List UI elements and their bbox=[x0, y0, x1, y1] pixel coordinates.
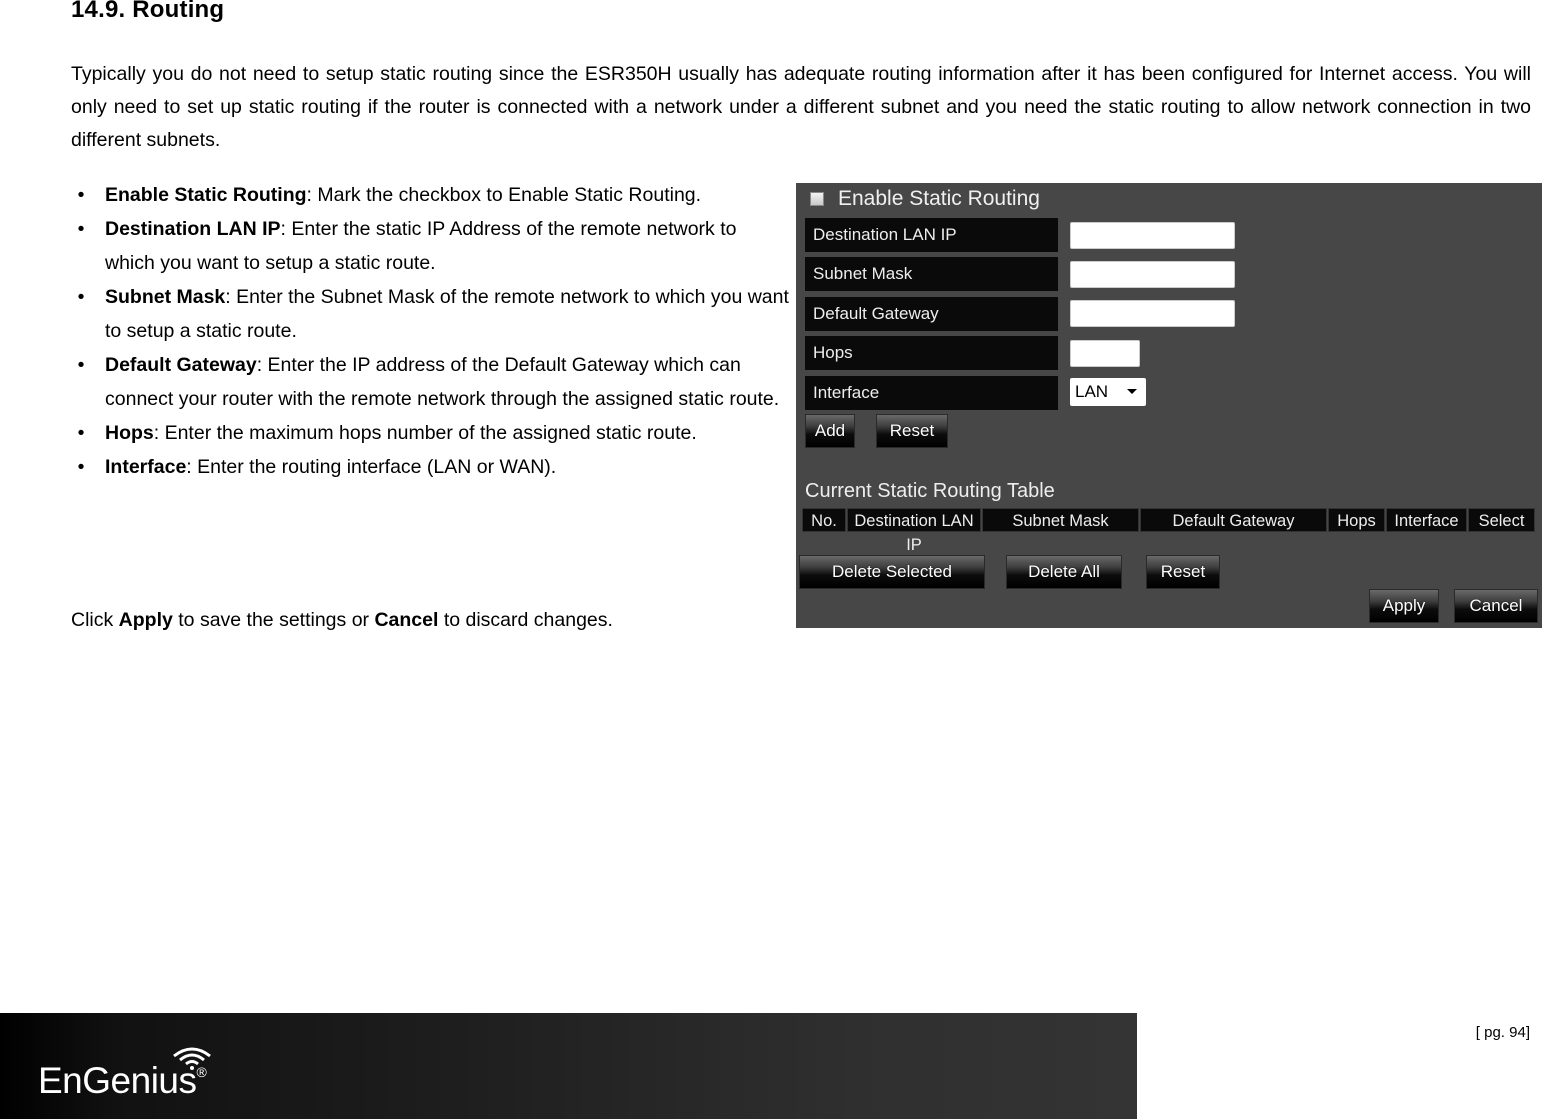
list-item: • Enable Static Routing: Mark the checkbo… bbox=[71, 178, 791, 212]
list-item: • Destination LAN IP: Enter the static IP… bbox=[71, 212, 791, 280]
list-item: • Interface: Enter the routing interface … bbox=[71, 450, 791, 484]
enable-static-routing-row[interactable]: Enable Static Routing bbox=[810, 187, 1040, 211]
brand-name: EnGenius bbox=[38, 1060, 197, 1101]
interface-selected-value: LAN bbox=[1075, 382, 1109, 401]
term: Interface bbox=[105, 456, 187, 478]
engenius-logo: EnGenius® bbox=[38, 1060, 207, 1102]
list-item: • Subnet Mask: Enter the Subnet Mask of t… bbox=[71, 280, 791, 348]
subnet-mask-label: Subnet Mask bbox=[805, 257, 1058, 291]
term: Subnet Mask bbox=[105, 286, 226, 308]
section-heading: 14.9. Routing bbox=[71, 0, 225, 23]
list-item: • Default Gateway: Enter the IP address o… bbox=[71, 348, 791, 416]
table-header-hops: Hops bbox=[1328, 508, 1385, 532]
cancel-button[interactable]: Cancel bbox=[1454, 589, 1538, 623]
bullet-icon: • bbox=[77, 456, 85, 478]
table-header-select: Select bbox=[1468, 508, 1535, 532]
reset-button[interactable]: Reset bbox=[876, 414, 948, 448]
enable-static-routing-checkbox[interactable] bbox=[810, 192, 824, 206]
delete-selected-button[interactable]: Delete Selected bbox=[799, 555, 985, 589]
field-description-list: • Enable Static Routing: Mark the checkbo… bbox=[71, 178, 791, 484]
description: : Mark the checkbox to Enable Static Rou… bbox=[306, 184, 702, 206]
table-header-no: No. bbox=[802, 508, 846, 532]
bullet-icon: • bbox=[77, 184, 85, 206]
table-header-interface: Interface bbox=[1386, 508, 1467, 532]
destination-lan-ip-label: Destination LAN IP bbox=[805, 218, 1058, 252]
description: : Enter the maximum hops number of the a… bbox=[153, 422, 697, 444]
text: Click bbox=[71, 609, 119, 631]
table-header-default-gateway: Default Gateway bbox=[1140, 508, 1327, 532]
table-header-subnet-mask: Subnet Mask bbox=[982, 508, 1139, 532]
delete-all-button[interactable]: Delete All bbox=[1006, 555, 1122, 589]
hops-input[interactable] bbox=[1070, 340, 1140, 367]
bullet-icon: • bbox=[77, 422, 85, 444]
description: : Enter the routing interface (LAN or WA… bbox=[186, 456, 557, 478]
static-routing-screenshot: Enable Static Routing Destination LAN IP… bbox=[796, 183, 1542, 628]
page-number: [ pg. 94] bbox=[1475, 1024, 1530, 1041]
term: Destination LAN IP bbox=[105, 218, 281, 240]
default-gateway-input[interactable] bbox=[1070, 300, 1235, 327]
routing-table-title: Current Static Routing Table bbox=[805, 480, 1055, 502]
text: to discard changes. bbox=[438, 609, 613, 631]
term: Enable Static Routing bbox=[105, 184, 307, 206]
cancel-term: Cancel bbox=[374, 609, 439, 631]
add-button[interactable]: Add bbox=[805, 414, 855, 448]
text: to save the settings or bbox=[172, 609, 375, 631]
apply-button[interactable]: Apply bbox=[1369, 589, 1439, 623]
bullet-icon: • bbox=[77, 286, 85, 308]
hops-label: Hops bbox=[805, 336, 1058, 370]
subnet-mask-input[interactable] bbox=[1070, 261, 1235, 288]
destination-lan-ip-input[interactable] bbox=[1070, 222, 1235, 249]
interface-select[interactable]: LAN bbox=[1070, 378, 1146, 406]
apply-term: Apply bbox=[118, 609, 173, 631]
term: Hops bbox=[105, 422, 154, 444]
table-reset-button[interactable]: Reset bbox=[1146, 555, 1220, 589]
bullet-icon: • bbox=[77, 354, 85, 376]
dropdown-arrow-icon bbox=[1127, 389, 1137, 394]
intro-paragraph: Typically you do not need to setup stati… bbox=[71, 63, 1531, 151]
interface-label: Interface bbox=[805, 376, 1058, 410]
default-gateway-label: Default Gateway bbox=[805, 297, 1058, 331]
table-header-destination-lan-ip: Destination LAN IP bbox=[847, 508, 981, 554]
enable-static-routing-label: Enable Static Routing bbox=[838, 187, 1040, 210]
registered-mark: ® bbox=[196, 1064, 207, 1080]
bullet-icon: • bbox=[77, 218, 85, 240]
term: Default Gateway bbox=[105, 354, 257, 376]
list-item: • Hops: Enter the maximum hops number of … bbox=[71, 416, 791, 450]
closing-instruction: Click Apply to save the settings or Canc… bbox=[71, 603, 613, 637]
